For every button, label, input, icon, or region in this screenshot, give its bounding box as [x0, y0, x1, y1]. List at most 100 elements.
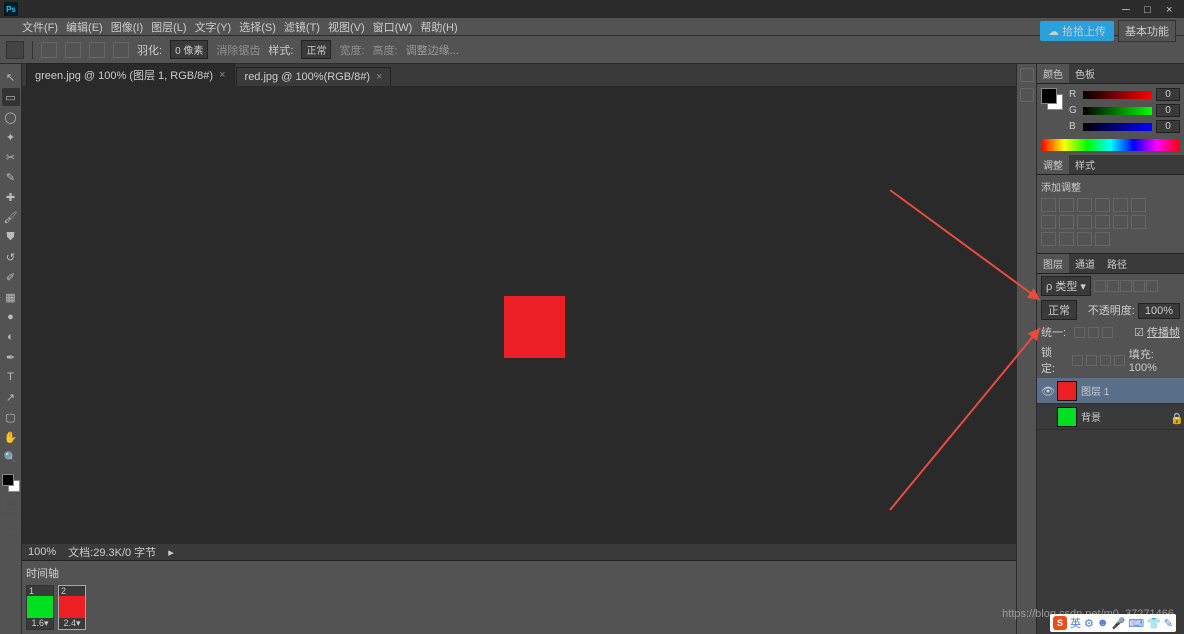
- path-tool-icon[interactable]: ↗: [2, 388, 20, 406]
- adj-icon[interactable]: [1059, 215, 1074, 229]
- selection-mode-new-icon[interactable]: [41, 42, 57, 58]
- layer-row[interactable]: 👁 图层 1: [1037, 378, 1184, 404]
- ime-icon[interactable]: ✎: [1164, 617, 1173, 630]
- panel-stub-icon[interactable]: [1020, 68, 1034, 82]
- lock-icon[interactable]: [1072, 355, 1083, 366]
- crop-tool-icon[interactable]: ✂: [2, 148, 20, 166]
- style-dropdown[interactable]: 正常: [301, 40, 331, 59]
- close-icon[interactable]: ×: [376, 71, 382, 83]
- blur-tool-icon[interactable]: ●: [2, 308, 20, 326]
- tab-red[interactable]: red.jpg @ 100%(RGB/8#)×: [236, 67, 392, 86]
- menu-edit[interactable]: 编辑(E): [66, 19, 103, 35]
- selection-mode-add-icon[interactable]: [65, 42, 81, 58]
- workspace-dropdown[interactable]: 基本功能: [1118, 20, 1176, 42]
- filter-kind-dropdown[interactable]: ρ 类型 ▾: [1041, 276, 1091, 296]
- ime-lang[interactable]: 英: [1070, 615, 1081, 631]
- color-swatch[interactable]: [1041, 88, 1063, 110]
- filter-icon[interactable]: [1107, 280, 1119, 292]
- canvas[interactable]: [22, 86, 1016, 544]
- timeline-frame[interactable]: 11.6▾: [26, 585, 54, 630]
- r-value[interactable]: 0: [1156, 88, 1180, 101]
- ime-icon[interactable]: ⚙: [1084, 617, 1094, 630]
- menu-window[interactable]: 窗口(W): [373, 19, 413, 35]
- blend-mode-dropdown[interactable]: 正常: [1041, 300, 1077, 320]
- timeline-frame[interactable]: 22.4▾: [58, 585, 86, 630]
- adj-icon[interactable]: [1077, 198, 1092, 212]
- tab-swatches[interactable]: 色板: [1069, 64, 1101, 83]
- adj-icon[interactable]: [1059, 232, 1074, 246]
- selection-mode-subtract-icon[interactable]: [89, 42, 105, 58]
- menu-text[interactable]: 文字(Y): [195, 19, 232, 35]
- adj-icon[interactable]: [1041, 215, 1056, 229]
- current-tool-icon[interactable]: [6, 41, 24, 59]
- unify-icon[interactable]: [1074, 327, 1085, 338]
- brush-tool-icon[interactable]: 🖌: [2, 208, 20, 226]
- stamp-tool-icon[interactable]: ⛊: [2, 228, 20, 246]
- adj-icon[interactable]: [1113, 215, 1128, 229]
- antialias-checkbox[interactable]: 消除锯齿: [216, 42, 260, 58]
- filter-icon[interactable]: [1120, 280, 1132, 292]
- adj-icon[interactable]: [1095, 215, 1110, 229]
- zoom-value[interactable]: 100%: [28, 546, 56, 558]
- close-icon[interactable]: ×: [1166, 4, 1176, 14]
- adj-icon[interactable]: [1041, 232, 1056, 246]
- g-value[interactable]: 0: [1156, 104, 1180, 117]
- menu-view[interactable]: 视图(V): [328, 19, 365, 35]
- layer-name[interactable]: 图层 1: [1081, 383, 1109, 398]
- spectrum-strip[interactable]: [1041, 139, 1180, 151]
- eyedropper-tool-icon[interactable]: ✎: [2, 168, 20, 186]
- zoom-tool-icon[interactable]: 🔍: [2, 448, 20, 466]
- ime-icon[interactable]: 🎤: [1111, 617, 1125, 630]
- adj-icon[interactable]: [1131, 198, 1146, 212]
- visibility-icon[interactable]: [1041, 411, 1053, 423]
- selection-mode-intersect-icon[interactable]: [113, 42, 129, 58]
- lock-icon[interactable]: [1114, 355, 1125, 366]
- b-value[interactable]: 0: [1156, 120, 1180, 133]
- feather-input[interactable]: 0 像素: [170, 40, 208, 59]
- eraser-tool-icon[interactable]: ✐: [2, 268, 20, 286]
- upload-button[interactable]: ☁ 拾拾上传: [1040, 21, 1114, 41]
- unify-icon[interactable]: [1102, 327, 1113, 338]
- lock-icon[interactable]: [1086, 355, 1097, 366]
- layer-row[interactable]: 背景🔒: [1037, 404, 1184, 430]
- menu-image[interactable]: 图像(I): [111, 19, 143, 35]
- minimize-icon[interactable]: ─: [1122, 4, 1132, 14]
- quickmask-icon[interactable]: [3, 498, 19, 512]
- heal-tool-icon[interactable]: ✚: [2, 188, 20, 206]
- pen-tool-icon[interactable]: ✒: [2, 348, 20, 366]
- move-tool-icon[interactable]: ↖: [2, 68, 20, 86]
- adj-icon[interactable]: [1131, 215, 1146, 229]
- close-icon[interactable]: ×: [219, 69, 225, 81]
- tab-color[interactable]: 颜色: [1037, 64, 1069, 83]
- menu-select[interactable]: 选择(S): [239, 19, 276, 35]
- b-slider[interactable]: [1083, 123, 1152, 131]
- shape-tool-icon[interactable]: ▢: [2, 408, 20, 426]
- tab-layers[interactable]: 图层: [1037, 254, 1069, 273]
- marquee-tool-icon[interactable]: ▭: [2, 88, 20, 106]
- refine-edge-button[interactable]: 调整边缘...: [406, 42, 459, 58]
- ime-bar[interactable]: S 英 ⚙ ☻ 🎤 ⌨ 👕 ✎: [1050, 614, 1176, 632]
- tab-styles[interactable]: 样式: [1069, 155, 1101, 174]
- propagate-link[interactable]: 传播帧: [1147, 327, 1180, 339]
- filter-icon[interactable]: [1146, 280, 1158, 292]
- lasso-tool-icon[interactable]: ◯: [2, 108, 20, 126]
- adj-icon[interactable]: [1077, 232, 1092, 246]
- menu-layer[interactable]: 图层(L): [151, 19, 186, 35]
- adj-icon[interactable]: [1095, 198, 1110, 212]
- ime-icon[interactable]: 👕: [1147, 617, 1161, 630]
- visibility-icon[interactable]: 👁: [1041, 385, 1053, 397]
- lock-icon[interactable]: [1100, 355, 1111, 366]
- tab-adjustments[interactable]: 调整: [1037, 155, 1069, 174]
- history-brush-tool-icon[interactable]: ↺: [2, 248, 20, 266]
- ime-icon[interactable]: ⌨: [1128, 617, 1144, 630]
- tab-channels[interactable]: 通道: [1069, 254, 1101, 273]
- dodge-tool-icon[interactable]: ◐: [2, 328, 20, 346]
- doc-info[interactable]: 文档:29.3K/0 字节: [68, 544, 156, 560]
- adj-icon[interactable]: [1059, 198, 1074, 212]
- panel-stub-icon[interactable]: [1020, 88, 1034, 102]
- screenmode-icon[interactable]: [3, 518, 19, 532]
- tab-green[interactable]: green.jpg @ 100% (图层 1, RGB/8#)×: [26, 63, 235, 86]
- r-slider[interactable]: [1083, 91, 1152, 99]
- g-slider[interactable]: [1083, 107, 1152, 115]
- unify-icon[interactable]: [1088, 327, 1099, 338]
